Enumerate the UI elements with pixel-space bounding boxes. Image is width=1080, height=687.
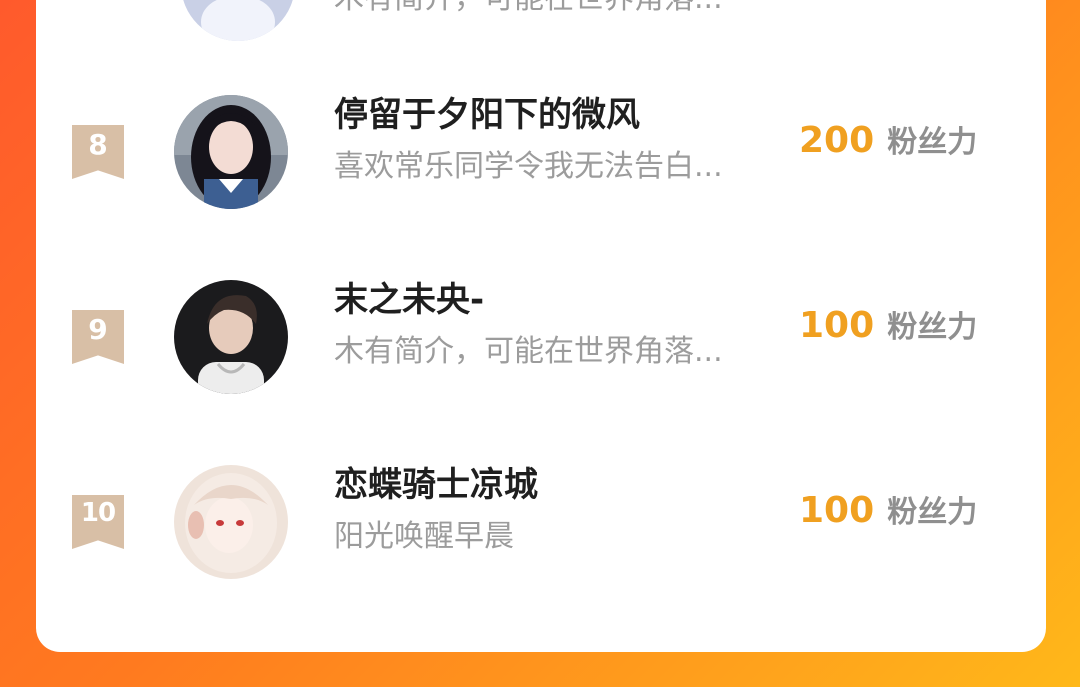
fan-power: 100 粉丝力 [799, 302, 977, 346]
rank-badge: 9 [72, 310, 124, 364]
fan-power-value: 100 [799, 305, 875, 346]
avatar[interactable] [174, 280, 288, 394]
fan-power: 100 粉丝力 [799, 487, 977, 531]
avatar-boy-icon [174, 280, 288, 394]
fan-power-unit: 粉丝力 [887, 310, 978, 345]
list-item[interactable]: 9 末之未央- 木有简介，可能在世界角落... 100 粉丝力 [36, 262, 1046, 412]
fan-power-unit: 粉丝力 [887, 495, 978, 530]
fan-power-value: 100 [799, 490, 875, 531]
avatar[interactable] [174, 95, 288, 209]
user-name[interactable]: 末之未央- [334, 272, 484, 321]
avatar-anime-icon [174, 465, 288, 579]
avatar-partial-icon [181, 0, 295, 41]
user-bio: 喜欢常乐同学令我无法告白... [334, 149, 723, 184]
rank-badge: 10 [72, 495, 124, 549]
avatar[interactable] [181, 0, 295, 41]
list-item[interactable]: 8 停留于夕阳下的微风 喜欢常乐同学令我无法告白... 200 粉丝力 [36, 77, 1046, 227]
user-bio: 阳光唤醒早晨 [334, 519, 514, 554]
fan-power-value: 200 [799, 120, 875, 161]
list-item[interactable]: 木有简介，可能在世界角落... [36, 0, 1046, 59]
list-item[interactable]: 10 恋蝶骑士凉城 阳光唤醒早晨 100 粉丝力 [36, 447, 1046, 597]
user-name[interactable]: 停留于夕阳下的微风 [334, 87, 640, 136]
avatar[interactable] [174, 465, 288, 579]
user-name[interactable]: 恋蝶骑士凉城 [334, 457, 538, 506]
fan-power-unit: 粉丝力 [887, 125, 978, 160]
fan-power: 200 粉丝力 [799, 117, 977, 161]
user-bio: 木有简介，可能在世界角落... [334, 0, 723, 17]
user-bio: 木有简介，可能在世界角落... [334, 334, 723, 369]
avatar-girl-icon [174, 95, 288, 209]
ranking-card: 木有简介，可能在世界角落... 8 停留于夕阳下的微风 喜欢常乐同学令我无法告白… [36, 0, 1046, 652]
rank-badge: 8 [72, 125, 124, 179]
